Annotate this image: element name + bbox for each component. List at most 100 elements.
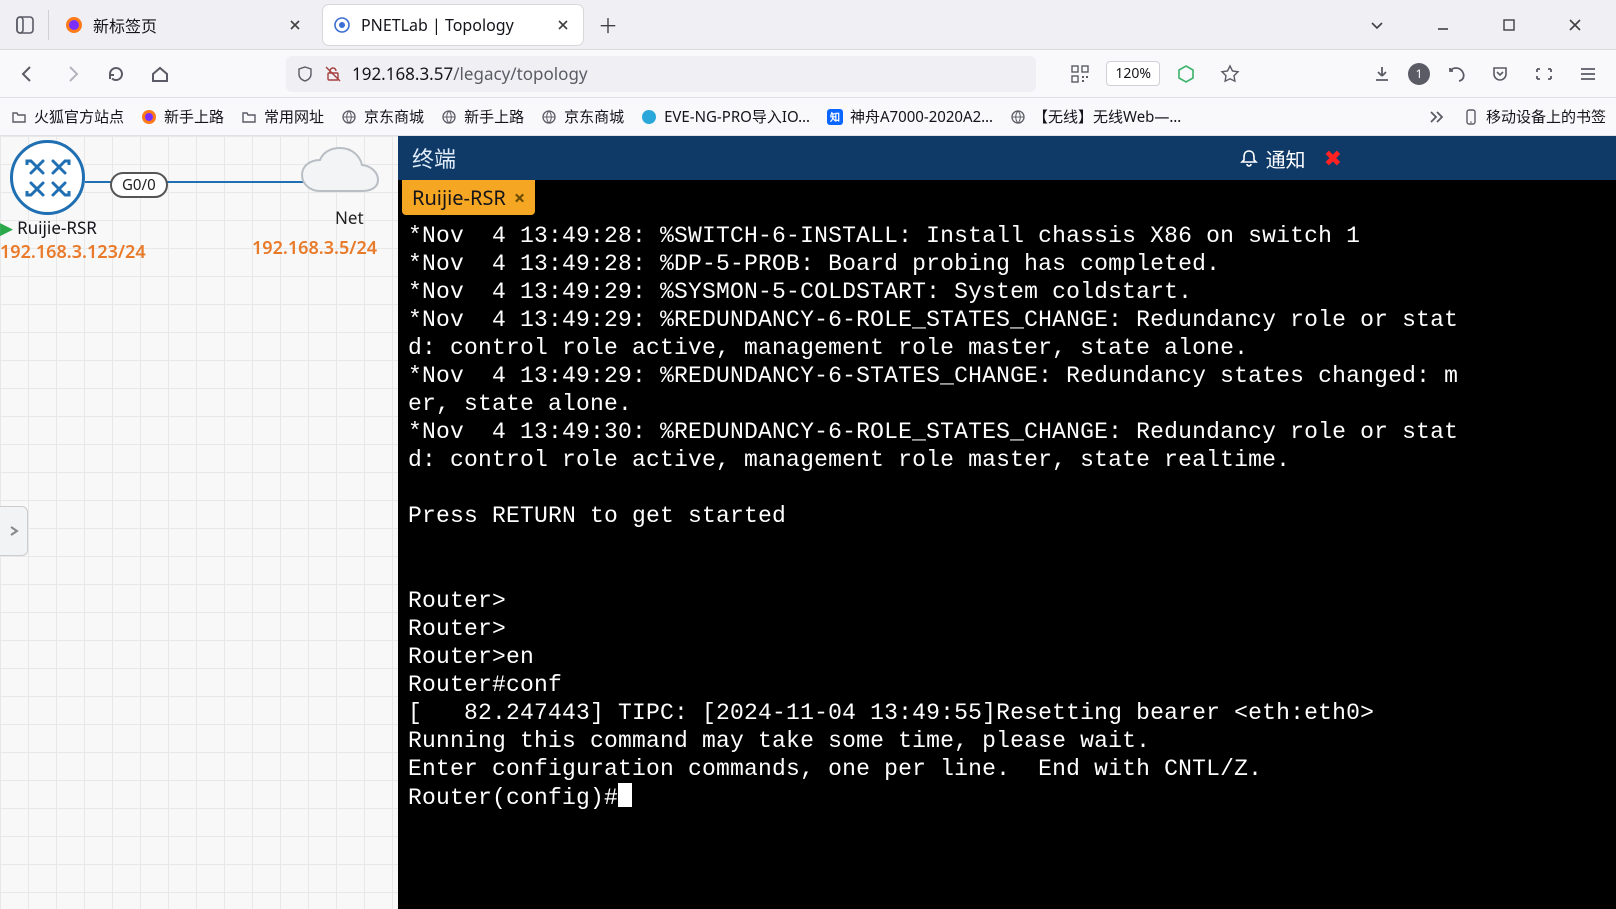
page-content: G0/0 ▶ Ruijie-RSR 192.168.3.123/24 Net 1… (0, 136, 1616, 909)
screenshot-button[interactable] (1526, 56, 1562, 92)
forward-button[interactable] (54, 56, 90, 92)
tab-close-button[interactable] (553, 15, 573, 35)
url-host: 192.168.3.57 (352, 62, 453, 85)
bookmark-label: 常用网址 (264, 106, 324, 127)
router-ip-label: 192.168.3.123/24 (0, 240, 146, 264)
mobile-icon (1462, 108, 1480, 126)
globe-icon (540, 108, 558, 126)
tab-pnetlab[interactable]: PNETLab | Topology (323, 5, 583, 45)
url-path: /legacy/topology (453, 62, 587, 85)
bookmark-label: 新手上路 (164, 106, 224, 127)
bookmark-label: 移动设备上的书签 (1486, 106, 1606, 127)
bookmark-label: 新手上路 (464, 106, 524, 127)
play-icon: ▶ (0, 216, 13, 239)
router-label: ▶ Ruijie-RSR (0, 216, 97, 239)
bookmark-label: EVE-NG-PRO导入IO… (664, 106, 810, 127)
tab-title: PNETLab | Topology (361, 14, 543, 36)
bookmark-item[interactable]: 知神舟A7000-2020A2… (826, 106, 993, 127)
terminal-tab-close-icon[interactable]: × (514, 184, 525, 211)
bookmark-label: 神舟A7000-2020A2… (850, 106, 993, 127)
terminal-tab[interactable]: Ruijie-RSR × (402, 180, 535, 215)
url-text: 192.168.3.57/legacy/topology (352, 62, 588, 85)
bookmark-item[interactable]: 【无线】无线Web—… (1009, 106, 1181, 127)
notify-close-icon[interactable]: ✖ (1314, 143, 1342, 173)
titlebar: 新标签页 PNETLab | Topology ＋ (0, 0, 1616, 50)
notification-panel[interactable]: 通知 ✖ (1232, 143, 1602, 173)
app-menu-button[interactable] (1570, 56, 1606, 92)
tabs-overview-button[interactable] (8, 8, 42, 42)
terminal-output[interactable]: *Nov 4 13:49:28: %SWITCH-6-INSTALL: Inst… (398, 216, 1616, 909)
pocket-button[interactable] (1482, 56, 1518, 92)
bookmark-label: 京东商城 (364, 106, 424, 127)
bookmark-item[interactable]: 新手上路 (440, 106, 524, 127)
bookmark-star-icon[interactable] (1212, 56, 1248, 92)
firefox-icon (140, 108, 158, 126)
terminal-window: 终端 通知 ✖ Ruijie-RSR × *Nov 4 13:49:28: %S… (398, 136, 1616, 909)
bookmark-item[interactable]: 京东商城 (540, 106, 624, 127)
globe-icon (1009, 108, 1027, 126)
cloud-label: Net (335, 206, 364, 229)
router-node[interactable] (10, 140, 85, 215)
mobile-bookmarks[interactable]: 移动设备上的书签 (1462, 106, 1606, 127)
lock-insecure-icon (324, 65, 342, 83)
tab-strip: 新标签页 PNETLab | Topology ＋ (55, 5, 625, 45)
bookmark-item[interactable]: EVE-NG-PRO导入IO… (640, 106, 810, 127)
zoom-indicator[interactable]: 120% (1106, 61, 1160, 86)
globe-icon (440, 108, 458, 126)
eve-icon (640, 108, 658, 126)
bookmark-item[interactable]: 常用网址 (240, 106, 324, 127)
window-controls (1354, 8, 1608, 42)
new-tab-button[interactable]: ＋ (591, 8, 625, 42)
extension-hexagon-icon[interactable] (1168, 56, 1204, 92)
cloud-icon (295, 146, 385, 206)
bookmark-item[interactable]: 火狐官方站点 (10, 106, 124, 127)
more-bookmarks-button[interactable] (1416, 99, 1452, 135)
url-bar[interactable]: 192.168.3.57/legacy/topology (286, 56, 1036, 92)
bookmark-label: 京东商城 (564, 106, 624, 127)
sidebar-expand-handle[interactable] (0, 506, 28, 556)
notification-count[interactable]: 1 (1408, 63, 1430, 85)
bookmark-item[interactable]: 京东商城 (340, 106, 424, 127)
separator (48, 10, 49, 40)
back-button[interactable] (10, 56, 46, 92)
tabs-dropdown-button[interactable] (1354, 8, 1400, 42)
terminal-titlebar[interactable]: 终端 通知 ✖ (398, 136, 1616, 180)
minimize-button[interactable] (1420, 8, 1466, 42)
tab-new[interactable]: 新标签页 (55, 5, 315, 45)
terminal-cursor (618, 783, 632, 807)
firefox-icon (65, 16, 83, 34)
bookmark-label: 火狐官方站点 (34, 106, 124, 127)
bookmark-label: 【无线】无线Web—… (1033, 106, 1181, 127)
zhihu-icon: 知 (826, 108, 844, 126)
terminal-tab-label: Ruijie-RSR (412, 184, 506, 211)
bookmark-item[interactable]: 新手上路 (140, 106, 224, 127)
bell-icon (1240, 149, 1258, 167)
cloud-node[interactable] (295, 146, 385, 206)
bookmark-overflow: 移动设备上的书签 (1416, 99, 1606, 135)
home-button[interactable] (142, 56, 178, 92)
svg-text:知: 知 (829, 110, 840, 124)
globe-icon (340, 108, 358, 126)
shield-icon (296, 65, 314, 83)
reload-button[interactable] (98, 56, 134, 92)
nav-toolbar: 192.168.3.57/legacy/topology 120% 1 (0, 50, 1616, 98)
downloads-button[interactable] (1364, 56, 1400, 92)
terminal-title: 终端 (412, 142, 456, 174)
tab-title: 新标签页 (93, 13, 275, 37)
maximize-button[interactable] (1486, 8, 1532, 42)
router-icon (23, 153, 73, 203)
bookmarks-bar: 火狐官方站点 新手上路 常用网址 京东商城 新手上路 京东商城 EVE-NG-P… (0, 98, 1616, 136)
folder-icon (240, 108, 258, 126)
qr-icon[interactable] (1062, 56, 1098, 92)
topology-canvas[interactable]: G0/0 ▶ Ruijie-RSR 192.168.3.123/24 Net 1… (0, 136, 1616, 909)
cloud-ip-label: 192.168.3.5/24 (252, 236, 377, 260)
close-button[interactable] (1552, 8, 1598, 42)
notify-label: 通知 (1266, 144, 1306, 173)
folder-icon (10, 108, 28, 126)
link-interface-label[interactable]: G0/0 (110, 172, 168, 198)
undo-button[interactable] (1438, 56, 1474, 92)
tab-close-button[interactable] (285, 15, 305, 35)
terminal-text: *Nov 4 13:49:28: %SWITCH-6-INSTALL: Inst… (408, 223, 1458, 811)
pnetlab-icon (333, 16, 351, 34)
terminal-tabstrip: Ruijie-RSR × (398, 180, 1616, 216)
